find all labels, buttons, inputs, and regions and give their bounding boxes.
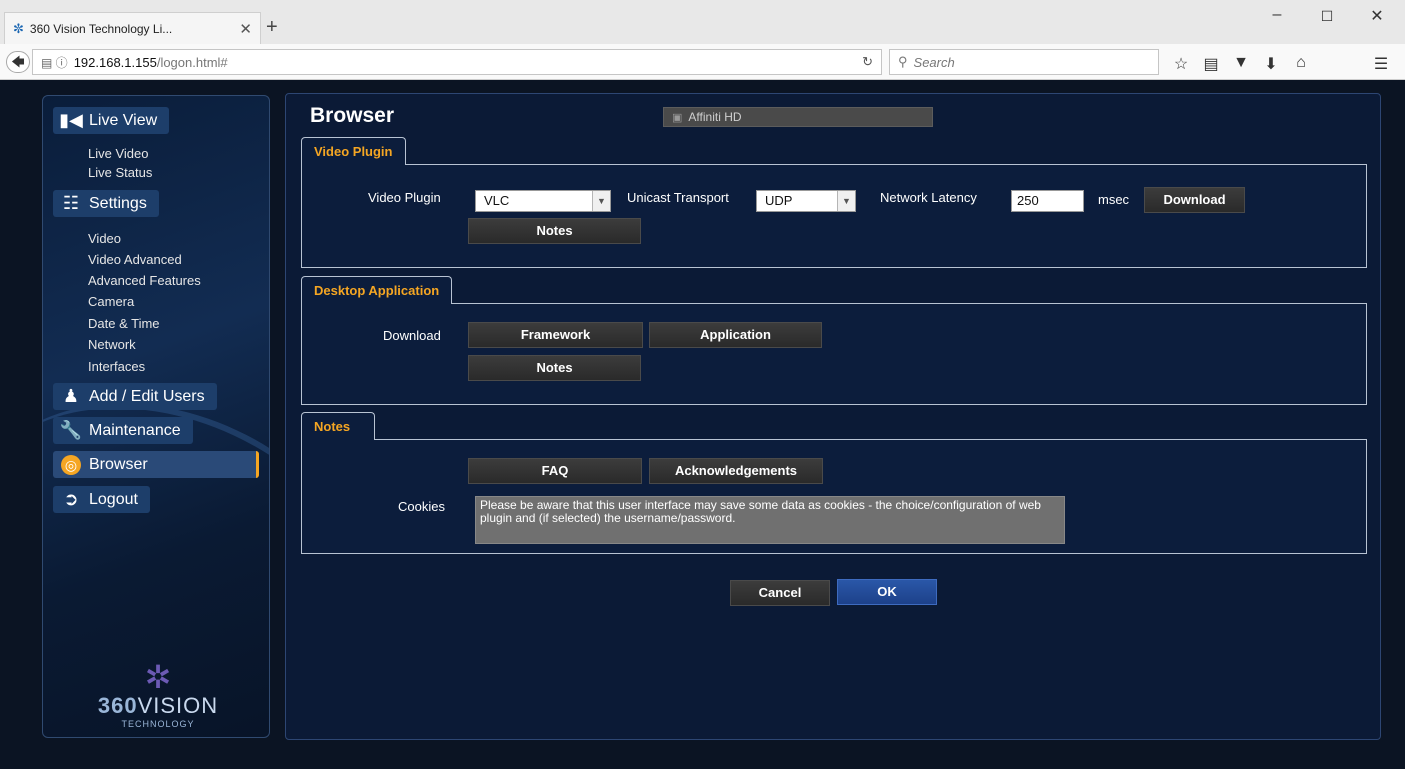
nav-logout[interactable]: ➲ Logout (53, 486, 150, 513)
nav-maintenance[interactable]: 🔧 Maintenance (53, 417, 193, 444)
logo-tagline: TECHNOLOGY (121, 719, 195, 729)
home-icon[interactable]: ⌂ (1290, 54, 1312, 72)
nav-date-time[interactable]: Date & Time (88, 316, 160, 331)
notes-section: FAQ Acknowledgements Cookies Please be a… (301, 439, 1367, 554)
nav-video-advanced[interactable]: Video Advanced (88, 252, 182, 267)
chevron-down-icon: ▼ (837, 191, 855, 211)
nav-advanced-features[interactable]: Advanced Features (88, 273, 201, 288)
video-plugin-value: VLC (484, 193, 510, 208)
sliders-icon: ☷ (62, 193, 80, 213)
tab-desktop-application[interactable]: Desktop Application (301, 276, 453, 304)
tab-video-plugin[interactable]: Video Plugin (301, 137, 406, 165)
camera-icon: ▣ (672, 111, 683, 124)
url-text: 192.168.1.155/logon.html# (74, 55, 862, 70)
page-info-icon[interactable]: ▤ ⓘ (41, 54, 68, 71)
bookmark-star-icon[interactable]: ☆ (1170, 54, 1192, 74)
nav-interfaces[interactable]: Interfaces (88, 359, 145, 374)
nav-live-view[interactable]: ▮◀ Live View (53, 107, 170, 134)
nav-live-view-label: Live View (89, 111, 158, 129)
nav-live-status[interactable]: Live Status (88, 165, 152, 180)
chevron-down-icon: ▼ (592, 191, 610, 211)
globe-icon: ◎ (53, 451, 89, 478)
app-area: ▮◀ Live View Live Video Live Status ☷ Se… (0, 80, 1405, 769)
menu-icon[interactable]: ☰ (1370, 54, 1392, 74)
logout-icon: ➲ (63, 489, 79, 509)
nav-camera[interactable]: Camera (88, 294, 134, 309)
unicast-transport-label: Unicast Transport (627, 190, 729, 205)
unicast-transport-value: UDP (765, 193, 793, 208)
main-panel: Browser ▣ Affiniti HD Video Plugin Video… (285, 93, 1381, 740)
nav-add-edit-users[interactable]: ♟ Add / Edit Users (53, 383, 217, 410)
reading-list-icon[interactable]: ▤ (1200, 54, 1222, 74)
video-plugin-label: Video Plugin (368, 190, 441, 205)
downloads-icon[interactable]: ⬇ (1260, 54, 1282, 74)
nav-video[interactable]: Video (88, 231, 121, 246)
cookies-label: Cookies (398, 499, 445, 514)
browser-tab-bar: ✼ 360 Vision Technology Li... ✕ + – ☐ ✕ (0, 0, 1405, 44)
sidebar: ▮◀ Live View Live Video Live Status ☷ Se… (42, 95, 270, 738)
search-placeholder: Search (913, 54, 955, 70)
unicast-transport-select[interactable]: UDP ▼ (756, 190, 856, 212)
video-plugin-notes-button[interactable]: Notes (468, 218, 641, 244)
logo-brand-b: VISION (137, 693, 219, 718)
video-camera-icon: ▮◀ (59, 110, 83, 130)
nav-network[interactable]: Network (88, 337, 136, 352)
logo-brand: 360VISION (63, 693, 253, 719)
video-plugin-select[interactable]: VLC ▼ (475, 190, 611, 212)
logo-swirl-icon: ✲ (144, 659, 172, 695)
search-input[interactable]: ⚲ Search (889, 49, 1159, 75)
url-host: 192.168.1.155 (73, 54, 157, 70)
application-button[interactable]: Application (649, 322, 822, 348)
camera-name: Affiniti HD (688, 110, 742, 124)
latency-unit-label: msec (1098, 192, 1130, 207)
nav-add-edit-users-label: Add / Edit Users (89, 387, 205, 405)
faq-button[interactable]: FAQ (468, 458, 642, 484)
cancel-button[interactable]: Cancel (730, 580, 830, 606)
search-icon: ⚲ (898, 54, 908, 69)
network-latency-label: Network Latency (880, 190, 977, 205)
close-window-icon[interactable]: ✕ (1362, 6, 1392, 26)
acknowledgements-button[interactable]: Acknowledgements (649, 458, 823, 484)
tab-notes[interactable]: Notes (301, 412, 375, 440)
framework-button[interactable]: Framework (468, 322, 643, 348)
tab-title: 360 Vision Technology Li... (29, 21, 173, 36)
video-plugin-section: Video Plugin VLC ▼ Unicast Transport UDP… (301, 164, 1367, 268)
logo-brand-a: 360 (97, 693, 138, 718)
ok-button[interactable]: OK (837, 579, 937, 605)
nav-maintenance-label: Maintenance (89, 421, 181, 439)
cookies-notice: Please be aware that this user interface… (475, 496, 1065, 544)
wrench-icon: 🔧 (59, 420, 83, 440)
nav-settings-label: Settings (89, 194, 147, 212)
desktop-application-section: Download Framework Application Notes (301, 303, 1367, 405)
url-path: /logon.html# (156, 54, 228, 70)
address-bar[interactable]: ▤ ⓘ 192.168.1.155/logon.html# ↻ (32, 49, 882, 75)
browser-tab[interactable]: ✼ 360 Vision Technology Li... ✕ (4, 12, 261, 44)
nav-live-video[interactable]: Live Video (88, 146, 148, 161)
network-latency-input[interactable]: 250 (1011, 190, 1084, 212)
navigation-bar: 🡄 ▤ ⓘ 192.168.1.155/logon.html# ↻ ⚲ Sear… (0, 44, 1405, 80)
nav-browser-label: Browser (89, 455, 148, 473)
nav-logout-label: Logout (89, 490, 138, 508)
nav-browser[interactable]: ◎ Browser (53, 451, 259, 478)
maximize-icon[interactable]: ☐ (1312, 8, 1342, 25)
user-add-icon: ♟ (62, 386, 80, 406)
download-plugin-button[interactable]: Download (1144, 187, 1245, 213)
nav-settings[interactable]: ☷ Settings (53, 190, 159, 217)
desktop-download-label: Download (383, 328, 441, 343)
reload-icon[interactable]: ↻ (862, 54, 873, 70)
company-logo: ✲ 360VISION TECHNOLOGY (63, 661, 253, 729)
site-favicon-icon: ✼ (13, 20, 24, 36)
page-title: Browser (310, 104, 395, 127)
close-tab-icon[interactable]: ✕ (239, 20, 252, 38)
pocket-icon[interactable]: ▼ (1230, 54, 1252, 72)
minimize-icon[interactable]: – (1262, 6, 1292, 24)
desktop-notes-button[interactable]: Notes (468, 355, 641, 381)
camera-name-badge: ▣ Affiniti HD (663, 107, 933, 127)
back-arrow-icon[interactable]: 🡄 (6, 51, 30, 73)
new-tab-icon[interactable]: + (266, 16, 278, 39)
